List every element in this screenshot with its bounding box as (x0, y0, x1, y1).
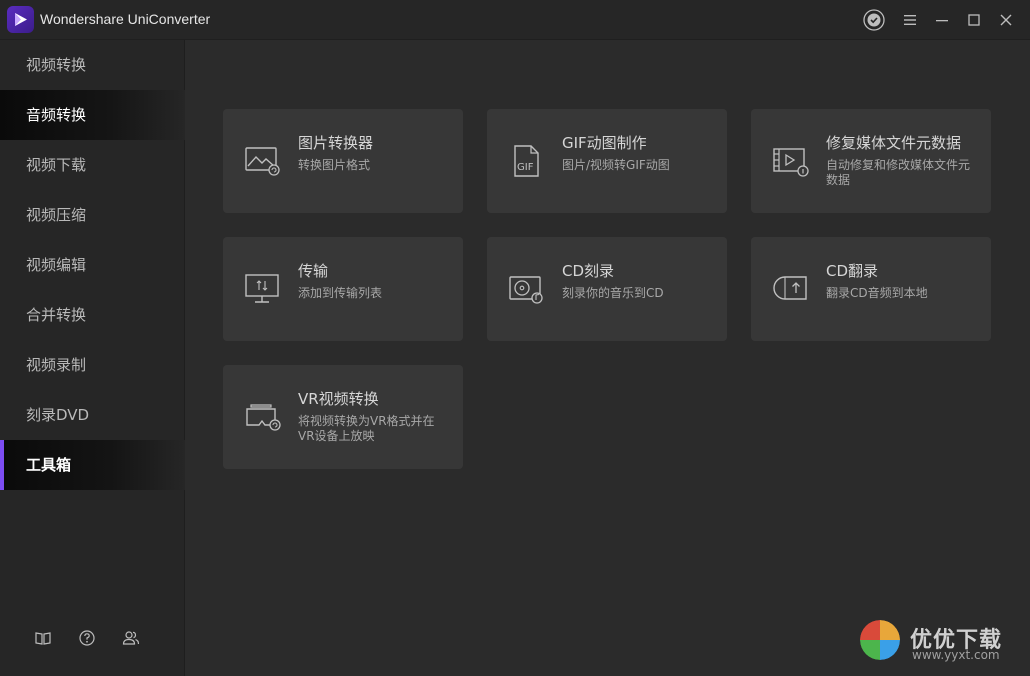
help-button[interactable] (77, 628, 97, 648)
minimize-button[interactable] (930, 8, 954, 32)
image-convert-icon (245, 147, 280, 176)
tool-description: 翻录CD音频到本地 (826, 286, 928, 300)
sidebar-item-merge[interactable]: 合并转换 (0, 290, 185, 340)
book-icon (35, 632, 51, 645)
tool-description: 自动修复和修改媒体文件元数据 (826, 158, 971, 187)
tool-description: 图片/视频转GIF动图 (562, 158, 670, 172)
sidebar-item-burn-dvd[interactable]: 刻录DVD (0, 390, 185, 440)
vr-icon (246, 404, 281, 431)
transfer-icon (245, 274, 279, 303)
sidebar-item-video-edit[interactable]: 视频编辑 (0, 240, 185, 290)
sidebar-item-video-compress[interactable]: 视频压缩 (0, 190, 185, 240)
users-icon (122, 631, 140, 645)
app-title: Wondershare UniConverter (40, 11, 211, 27)
gif-icon: GIF (514, 145, 539, 177)
tool-title: VR视频转换 (298, 390, 379, 408)
tool-title: GIF动图制作 (562, 134, 647, 152)
tool-description: 刻录你的音乐到CD (562, 286, 664, 300)
tool-card-cd-burner[interactable]: CD刻录 刻录你的音乐到CD (487, 237, 727, 341)
close-button[interactable] (994, 8, 1018, 32)
app-logo-icon (7, 6, 34, 33)
cd-rip-icon (773, 276, 807, 300)
tool-title: 图片转换器 (298, 134, 374, 152)
tool-description: 将视频转换为VR格式并在VR设备上放映 (298, 414, 435, 443)
sidebar: 视频转换 音频转换 视频下载 视频压缩 视频编辑 合并转换 视频录制 刻录DVD… (0, 40, 185, 676)
tool-title: 传输 (298, 262, 329, 280)
cd-burn-icon (509, 276, 543, 304)
sidebar-item-video-convert[interactable]: 视频转换 (0, 40, 185, 90)
tool-title: CD刻录 (562, 262, 615, 280)
account-button[interactable] (862, 8, 886, 32)
tool-card-cd-ripper[interactable]: CD翻录 翻录CD音频到本地 (751, 237, 991, 341)
metadata-icon (773, 148, 809, 177)
tool-title: 修复媒体文件元数据 (826, 134, 962, 152)
maximize-icon (968, 14, 980, 26)
tool-description: 添加到传输列表 (298, 286, 383, 300)
svg-text:GIF: GIF (517, 162, 534, 173)
tool-card-vr-converter[interactable]: VR视频转换 将视频转换为VR格式并在VR设备上放映 (223, 365, 463, 469)
menu-button[interactable] (898, 8, 922, 32)
tool-card-transfer[interactable]: 传输 添加到传输列表 (223, 237, 463, 341)
hamburger-menu-icon (904, 15, 916, 25)
tool-card-gif-maker[interactable]: GIF GIF动图制作 图片/视频转GIF动图 (487, 109, 727, 213)
tool-description: 转换图片格式 (298, 158, 371, 172)
watermark-url: www.yyxt.com (912, 648, 1000, 662)
guide-button[interactable] (33, 628, 53, 648)
user-account-icon (863, 9, 885, 31)
sidebar-item-toolbox[interactable]: 工具箱 (0, 440, 185, 490)
watermark-logo-icon (860, 620, 900, 660)
tool-card-image-converter[interactable]: 图片转换器 转换图片格式 (223, 109, 463, 213)
community-button[interactable] (121, 628, 141, 648)
minimize-icon (936, 20, 948, 22)
sidebar-item-video-download[interactable]: 视频下载 (0, 140, 185, 190)
sidebar-item-screen-record[interactable]: 视频录制 (0, 340, 185, 390)
site-watermark: 优优下载 www.yyxt.com (860, 620, 1020, 666)
tool-card-fix-metadata[interactable]: 修复媒体文件元数据 自动修复和修改媒体文件元数据 (751, 109, 991, 213)
tool-title: CD翻录 (826, 262, 879, 280)
sidebar-item-audio-convert[interactable]: 音频转换 (0, 90, 185, 140)
title-bar: Wondershare UniConverter (0, 0, 1030, 40)
toolbox-panel: 图片转换器 转换图片格式 GIF GIF动图制作 图片/视频转GIF动图 修复媒… (186, 40, 1030, 676)
close-icon (1000, 14, 1012, 26)
maximize-button[interactable] (962, 8, 986, 32)
help-icon (79, 630, 95, 646)
